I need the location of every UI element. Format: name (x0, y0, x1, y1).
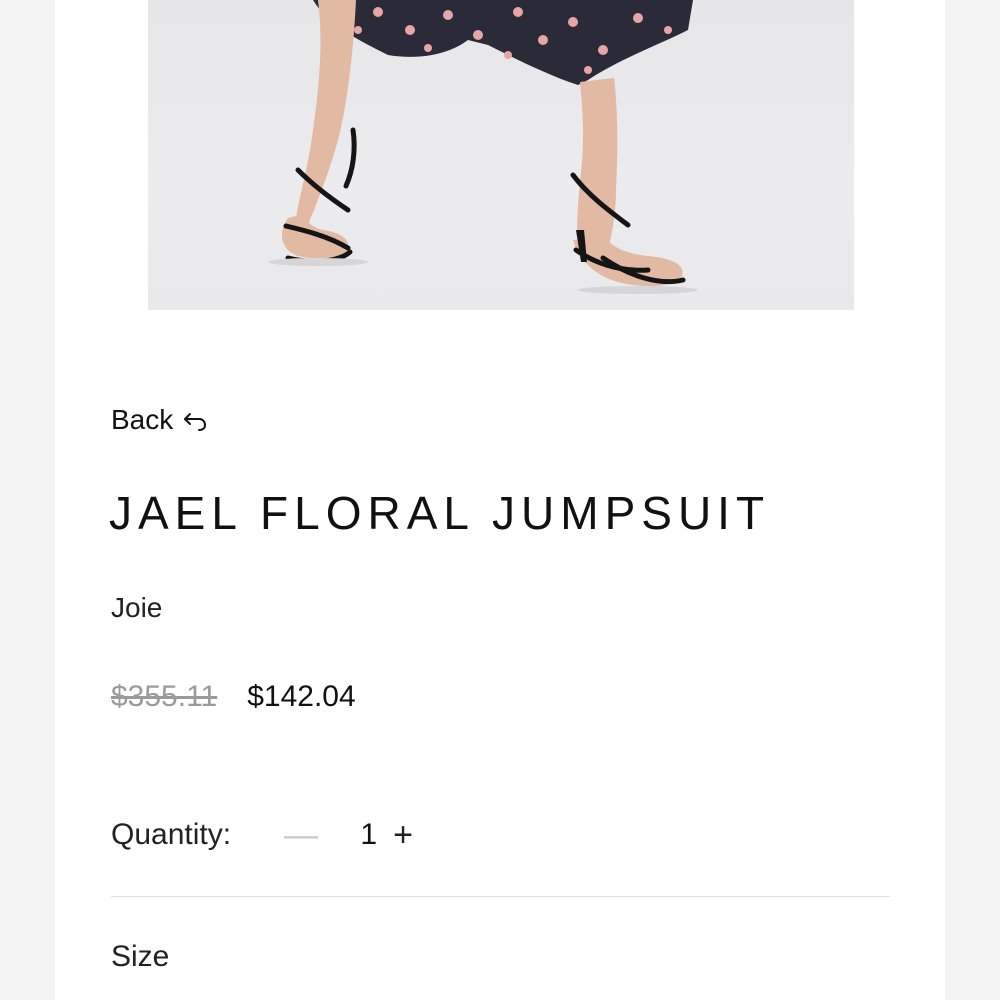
return-arrow-icon (181, 406, 209, 434)
back-label: Back (111, 404, 174, 435)
product-image[interactable] (148, 0, 854, 310)
original-price: $355.11 (111, 680, 218, 713)
divider (111, 896, 890, 897)
plus-icon[interactable]: + (383, 815, 423, 855)
brand-link[interactable]: Joie (111, 592, 162, 624)
model-photo-illustration (268, 0, 698, 294)
product-page: Back JAEL FLORAL JUMPSUIT Joie $355.11 $… (55, 0, 945, 1000)
quantity-label: Quantity: (111, 818, 232, 851)
back-link[interactable]: Back (111, 404, 209, 436)
product-title: JAEL FLORAL JUMPSUIT (109, 487, 771, 539)
quantity-value: 1 (360, 818, 377, 851)
quantity-stepper: Quantity: — 1 + (111, 815, 423, 855)
size-selector-label[interactable]: Size (111, 940, 169, 974)
sale-price: $142.04 (247, 680, 356, 713)
minus-icon[interactable]: — (281, 815, 321, 855)
price-block: $355.11 $142.04 (111, 680, 356, 714)
